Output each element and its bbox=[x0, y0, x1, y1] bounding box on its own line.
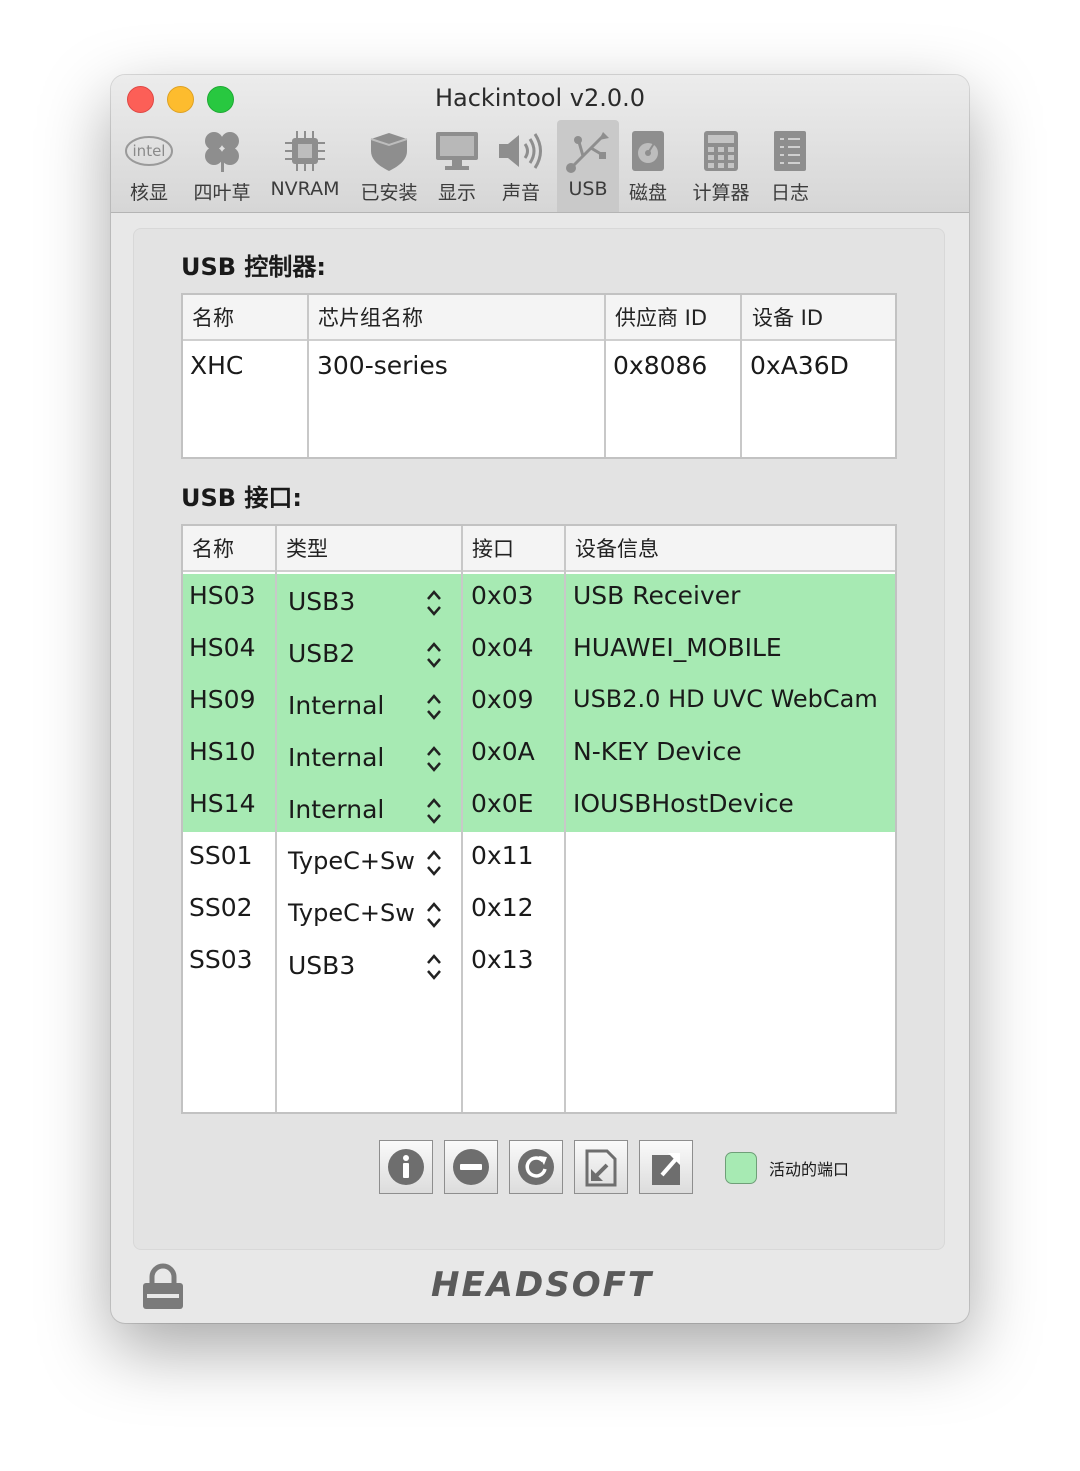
column-header-port[interactable]: 接口 bbox=[463, 526, 565, 572]
controller-name: XHC bbox=[190, 351, 244, 380]
port-type-select[interactable]: USB3 bbox=[288, 587, 355, 616]
export-icon bbox=[652, 1153, 680, 1185]
port-device-info: IOUSBHostDevice bbox=[573, 789, 794, 818]
window-title: Hackintool v2.0.0 bbox=[434, 84, 646, 112]
toolbar-item-nvram[interactable]: NVRAM bbox=[267, 120, 343, 212]
brand-logo: HEADSOFT bbox=[430, 1265, 654, 1305]
port-name: SS03 bbox=[189, 945, 253, 974]
port-type-select[interactable]: USB3 bbox=[288, 951, 355, 980]
calculator-icon bbox=[689, 128, 753, 174]
port-type-select[interactable]: Internal bbox=[288, 743, 384, 772]
port-device-info: USB Receiver bbox=[573, 581, 741, 610]
import-icon bbox=[585, 1149, 617, 1187]
port-name: HS09 bbox=[189, 685, 256, 714]
controller-device-id: 0xA36D bbox=[750, 351, 849, 380]
port-device-info: USB2.0 HD UVC WebCam bbox=[573, 685, 878, 713]
port-device-info: HUAWEI_MOBILE bbox=[573, 633, 782, 662]
port-name: SS02 bbox=[189, 893, 253, 922]
updown-chevron-icon[interactable] bbox=[425, 744, 443, 774]
refresh-icon bbox=[518, 1149, 554, 1185]
app-window: Hackintool v2.0.0 intel 核显 四叶草 NVRAM 已安装 bbox=[111, 75, 969, 1323]
port-type-select[interactable]: Internal bbox=[288, 691, 384, 720]
column-header-chipset[interactable]: 芯片组名称 bbox=[309, 295, 605, 341]
column-divider bbox=[604, 295, 606, 457]
titlebar: Hackintool v2.0.0 intel 核显 四叶草 NVRAM 已安装 bbox=[111, 75, 969, 213]
log-icon bbox=[765, 128, 815, 174]
updown-chevron-icon[interactable] bbox=[425, 900, 443, 930]
refresh-button[interactable] bbox=[509, 1140, 563, 1194]
port-name: HS04 bbox=[189, 633, 256, 662]
port-address: 0x11 bbox=[471, 841, 534, 870]
ports-title: USB 接口: bbox=[181, 484, 303, 512]
toolbar-item-disk[interactable]: 磁盘 bbox=[623, 120, 673, 212]
speaker-icon bbox=[493, 128, 549, 174]
port-name: HS10 bbox=[189, 737, 256, 766]
toolbar-item-calculator[interactable]: 计算器 bbox=[689, 120, 753, 212]
column-divider bbox=[740, 295, 742, 457]
column-header-device-info[interactable]: 设备信息 bbox=[566, 526, 893, 572]
remove-button[interactable] bbox=[444, 1140, 498, 1194]
port-name: HS03 bbox=[189, 581, 256, 610]
active-port-legend-swatch bbox=[725, 1152, 757, 1184]
port-address: 0x09 bbox=[471, 685, 534, 714]
column-header-name[interactable]: 名称 bbox=[183, 526, 275, 572]
updown-chevron-icon[interactable] bbox=[425, 796, 443, 826]
port-name: HS14 bbox=[189, 789, 256, 818]
ports-table: 名称 类型 接口 设备信息 HS03 USB3 0x03 USB Receive… bbox=[181, 524, 897, 1114]
toolbar-item-display[interactable]: 显示 bbox=[429, 120, 485, 212]
info-button[interactable] bbox=[379, 1140, 433, 1194]
intel-icon: intel bbox=[119, 128, 179, 174]
updown-chevron-icon[interactable] bbox=[425, 588, 443, 618]
lock-icon[interactable] bbox=[141, 1263, 185, 1315]
port-type-select[interactable]: TypeC+Sw bbox=[288, 899, 415, 927]
column-divider bbox=[461, 526, 463, 1112]
toolbar-item-usb[interactable]: USB bbox=[557, 120, 619, 212]
port-type-select[interactable]: TypeC+Sw bbox=[288, 847, 415, 875]
toolbar-item-log[interactable]: 日志 bbox=[765, 120, 815, 212]
chip-icon bbox=[267, 128, 343, 174]
active-port-legend-label: 活动的端口 bbox=[769, 1160, 850, 1179]
port-address: 0x12 bbox=[471, 893, 534, 922]
toolbar-item-igpu[interactable]: intel 核显 bbox=[119, 120, 179, 212]
column-header-device-id[interactable]: 设备 ID bbox=[743, 295, 893, 341]
controllers-table: 名称 芯片组名称 供应商 ID 设备 ID XHC 300-series 0x8… bbox=[181, 293, 897, 459]
disk-icon bbox=[623, 128, 673, 174]
monitor-icon bbox=[429, 128, 485, 174]
export-button[interactable] bbox=[639, 1140, 693, 1194]
controller-vendor-id: 0x8086 bbox=[613, 351, 708, 380]
column-divider bbox=[275, 526, 277, 1112]
toolbar-item-clover[interactable]: 四叶草 bbox=[189, 120, 255, 212]
port-type-select[interactable]: USB2 bbox=[288, 639, 355, 668]
shield-icon bbox=[357, 128, 421, 174]
column-header-vendor-id[interactable]: 供应商 ID bbox=[606, 295, 742, 341]
controller-chipset: 300-series bbox=[317, 351, 448, 380]
column-divider bbox=[307, 295, 309, 457]
port-address: 0x04 bbox=[471, 633, 534, 662]
info-icon bbox=[388, 1149, 424, 1185]
updown-chevron-icon[interactable] bbox=[425, 640, 443, 670]
usb-icon bbox=[557, 128, 619, 174]
controllers-title: USB 控制器: bbox=[181, 253, 327, 281]
updown-chevron-icon[interactable] bbox=[425, 952, 443, 982]
svg-text:intel: intel bbox=[133, 142, 166, 160]
clover-icon bbox=[189, 128, 255, 174]
toolbar-item-sound[interactable]: 声音 bbox=[493, 120, 549, 212]
port-type-select[interactable]: Internal bbox=[288, 795, 384, 824]
toolbar-item-installed[interactable]: 已安装 bbox=[357, 120, 421, 212]
remove-icon bbox=[453, 1149, 489, 1185]
import-button[interactable] bbox=[574, 1140, 628, 1194]
column-header-name[interactable]: 名称 bbox=[183, 295, 307, 341]
port-address: 0x13 bbox=[471, 945, 534, 974]
port-device-info: N-KEY Device bbox=[573, 737, 742, 766]
updown-chevron-icon[interactable] bbox=[425, 848, 443, 878]
port-name: SS01 bbox=[189, 841, 253, 870]
updown-chevron-icon[interactable] bbox=[425, 692, 443, 722]
port-address: 0x0E bbox=[471, 789, 534, 818]
column-header-type[interactable]: 类型 bbox=[277, 526, 461, 572]
port-address: 0x0A bbox=[471, 737, 535, 766]
port-address: 0x03 bbox=[471, 581, 534, 610]
column-divider bbox=[564, 526, 566, 1112]
